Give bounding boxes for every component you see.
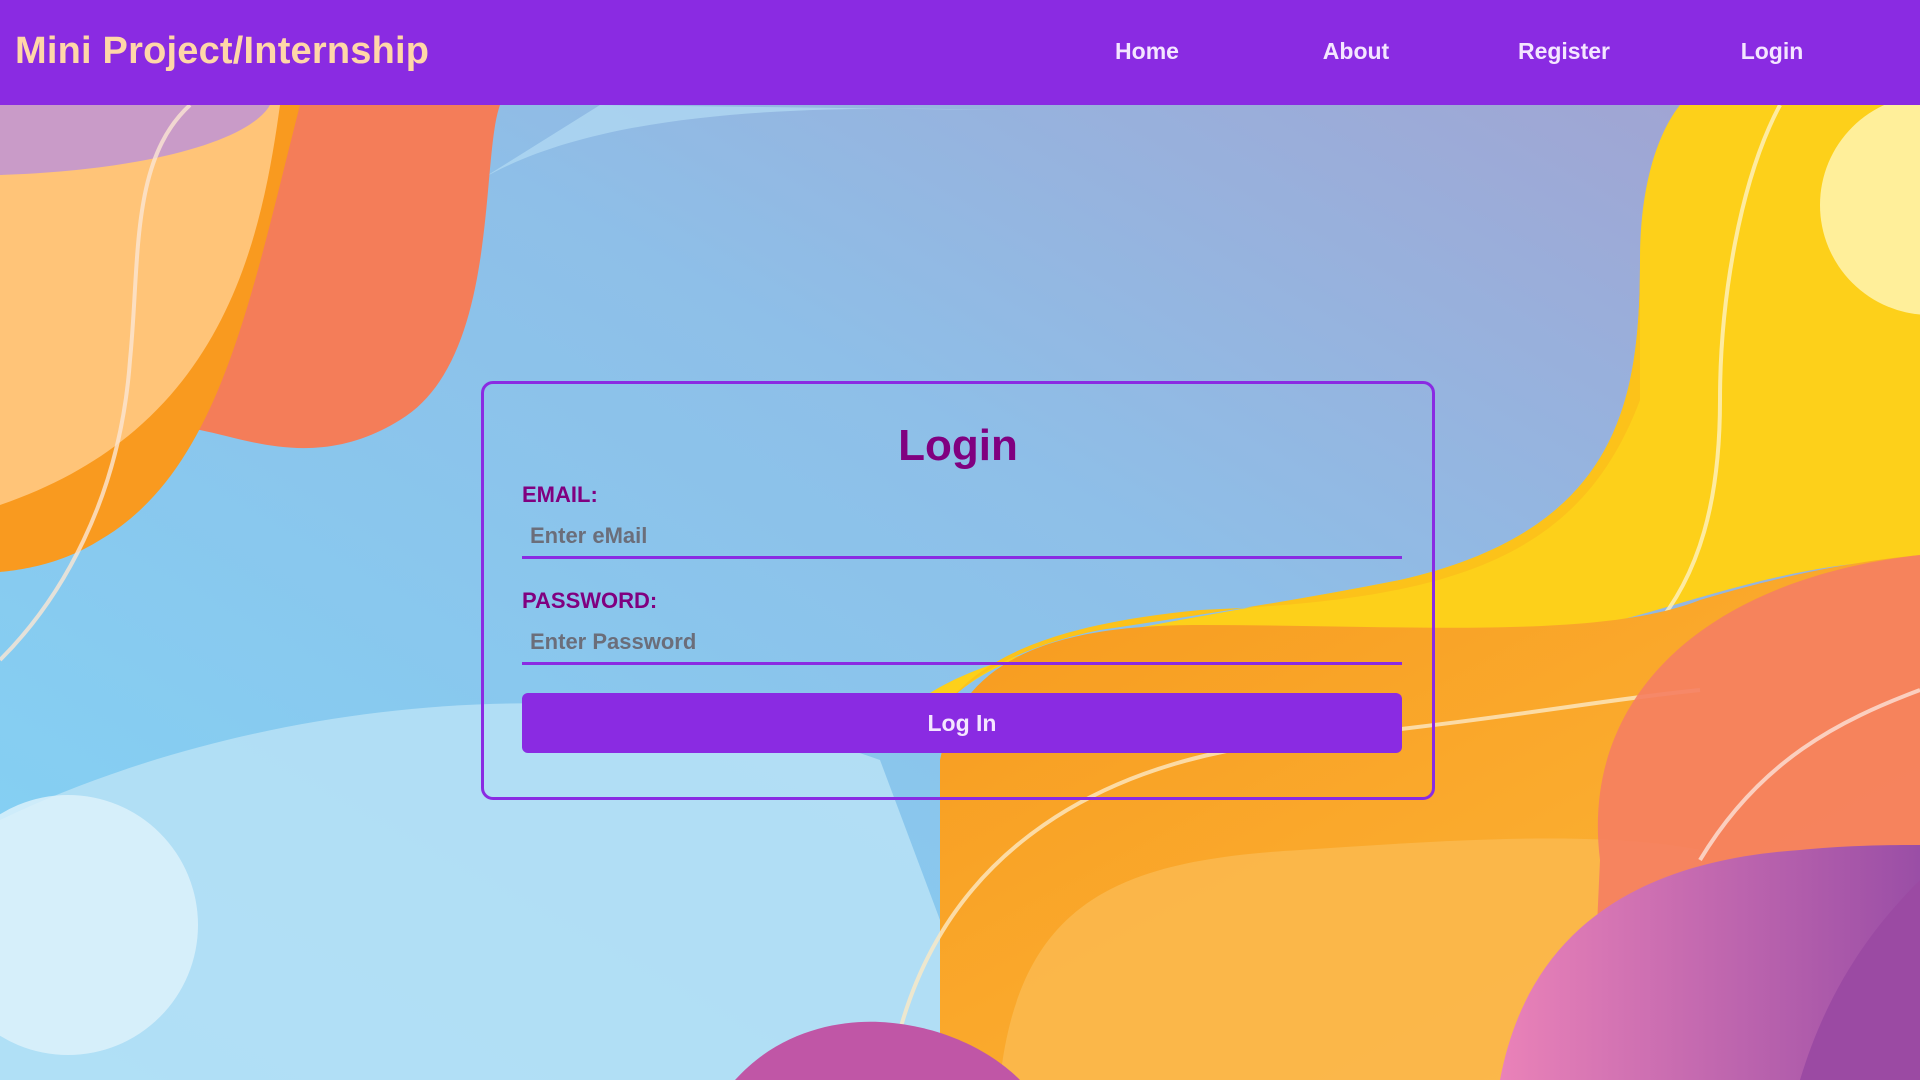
- password-input[interactable]: [522, 621, 1402, 665]
- password-label: PASSWORD:: [522, 588, 658, 613]
- top-navbar: Mini Project/Internship Home About Regis…: [0, 0, 1920, 105]
- nav-link-about[interactable]: About: [1286, 38, 1426, 65]
- nav-link-login[interactable]: Login: [1702, 38, 1842, 65]
- login-form: Login EMAIL: PASSWORD: Log In: [481, 381, 1435, 800]
- login-title: Login: [898, 421, 1018, 470]
- nav-link-home[interactable]: Home: [1077, 38, 1217, 65]
- brand-title[interactable]: Mini Project/Internship: [15, 30, 429, 73]
- email-input[interactable]: [522, 515, 1402, 559]
- email-label: EMAIL:: [522, 482, 598, 507]
- login-submit-button[interactable]: Log In: [522, 693, 1402, 753]
- nav-link-register[interactable]: Register: [1494, 38, 1634, 65]
